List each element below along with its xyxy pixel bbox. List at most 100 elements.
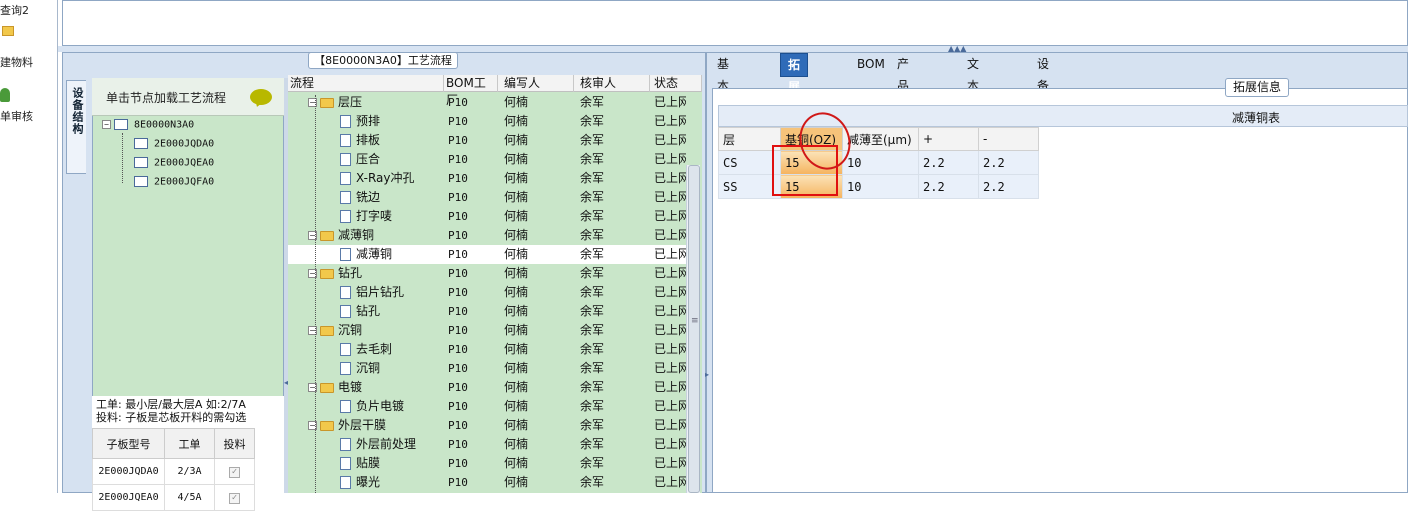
factory-cell[interactable]: P10 [448, 150, 468, 169]
status-cell[interactable]: 已上网 [654, 169, 686, 188]
status-cell[interactable]: 已上网 [654, 454, 686, 473]
factory-cell[interactable]: P10 [448, 188, 468, 207]
reviewer-cell[interactable]: 余军 [580, 359, 604, 378]
collapse-toggle-icon[interactable]: − [102, 120, 111, 129]
status-cell[interactable]: 已上网 [654, 321, 686, 340]
writer-cell[interactable]: 何楠 [504, 112, 528, 131]
status-cell[interactable]: 已上网 [654, 340, 686, 359]
process-row[interactable]: 钻孔 P10 何楠 余军 已上网 [288, 302, 688, 321]
process-name-cell[interactable]: 排板 [340, 131, 380, 150]
writer-cell[interactable]: 何楠 [504, 188, 528, 207]
writer-cell[interactable]: 何楠 [504, 226, 528, 245]
process-row[interactable]: − 减薄铜 P10 何楠 余军 已上网 [288, 226, 688, 245]
process-row[interactable]: − 钻孔 P10 何楠 余军 已上网 [288, 264, 688, 283]
process-name-cell[interactable]: 压合 [340, 150, 380, 169]
vertical-scrollbar[interactable]: ≡ [686, 165, 700, 493]
reviewer-cell[interactable]: 余军 [580, 378, 604, 397]
reviewer-cell[interactable]: 余军 [580, 169, 604, 188]
subboard-model-cell[interactable]: 2E000JQDA0 [92, 458, 165, 485]
tree-node-child[interactable]: 2E000JQEA0 [134, 157, 214, 169]
process-name-cell[interactable]: 曝光 [340, 473, 380, 492]
process-row[interactable]: 铝片钻孔 P10 何楠 余军 已上网 [288, 283, 688, 302]
factory-cell[interactable]: P10 [448, 131, 468, 150]
work-order-cell[interactable]: 4/5A [164, 484, 215, 511]
status-cell[interactable]: 已上网 [654, 226, 686, 245]
reviewer-cell[interactable]: 余军 [580, 340, 604, 359]
status-cell[interactable]: 已上网 [654, 245, 686, 264]
status-cell[interactable]: 已上网 [654, 207, 686, 226]
reviewer-cell[interactable]: 余军 [580, 473, 604, 492]
process-name-cell[interactable]: − 减薄铜 [308, 226, 374, 245]
tab-product-features[interactable]: 产品特性 [890, 53, 916, 137]
process-name-cell[interactable]: − 沉铜 [308, 321, 362, 340]
status-cell[interactable]: 已上网 [654, 435, 686, 454]
process-row[interactable]: 压合 P10 何楠 余军 已上网 [288, 150, 688, 169]
status-cell[interactable]: 已上网 [654, 93, 686, 112]
column-header[interactable]: - [978, 127, 1039, 151]
minus-tolerance-cell[interactable]: 2.2 [978, 174, 1039, 199]
column-header[interactable]: 核审人 [574, 75, 650, 92]
writer-cell[interactable]: 何楠 [504, 283, 528, 302]
checkbox[interactable]: ✓ [229, 492, 240, 504]
writer-cell[interactable]: 何楠 [504, 378, 528, 397]
column-header[interactable]: 状态 [650, 75, 702, 92]
status-cell[interactable]: 已上网 [654, 473, 686, 492]
writer-cell[interactable]: 何楠 [504, 340, 528, 359]
column-header[interactable]: 工单 [164, 428, 215, 459]
writer-cell[interactable]: 何楠 [504, 359, 528, 378]
speech-bubble-icon[interactable] [250, 89, 272, 105]
thin-to-cell[interactable]: 10 [842, 174, 919, 199]
reviewer-cell[interactable]: 余军 [580, 150, 604, 169]
factory-cell[interactable]: P10 [448, 264, 468, 283]
status-cell[interactable]: 已上网 [654, 131, 686, 150]
writer-cell[interactable]: 何楠 [504, 435, 528, 454]
status-cell[interactable]: 已上网 [654, 416, 686, 435]
tree-node-child[interactable]: 2E000JQDA0 [134, 138, 214, 150]
process-row[interactable]: − 层压 P10 何楠 余军 已上网 [288, 93, 688, 112]
reviewer-cell[interactable]: 余军 [580, 321, 604, 340]
reviewer-cell[interactable]: 余军 [580, 302, 604, 321]
tab-extended-info[interactable]: 拓展信息 [780, 53, 809, 138]
process-row[interactable]: 沉铜 P10 何楠 余军 已上网 [288, 359, 688, 378]
factory-cell[interactable]: P10 [448, 473, 468, 492]
feed-checkbox[interactable]: ✓ [214, 458, 255, 485]
factory-cell[interactable]: P10 [448, 435, 468, 454]
process-row[interactable]: 负片电镀 P10 何楠 余军 已上网 [288, 397, 688, 416]
process-name-cell[interactable]: − 电镀 [308, 378, 362, 397]
factory-cell[interactable]: P10 [448, 397, 468, 416]
table-row[interactable]: 2E000JQDA0 2/3A ✓ [92, 458, 284, 485]
factory-cell[interactable]: P10 [448, 245, 468, 264]
plus-tolerance-cell[interactable]: 2.2 [918, 174, 979, 199]
writer-cell[interactable]: 何楠 [504, 169, 528, 188]
status-cell[interactable]: 已上网 [654, 397, 686, 416]
reviewer-cell[interactable]: 余军 [580, 93, 604, 112]
status-cell[interactable]: 已上网 [654, 264, 686, 283]
process-name-cell[interactable]: X-Ray冲孔 [340, 169, 414, 188]
tree-node-root[interactable]: − 8E0000N3A0 [102, 119, 194, 131]
reviewer-cell[interactable]: 余军 [580, 264, 604, 283]
writer-cell[interactable]: 何楠 [504, 150, 528, 169]
subboard-model-cell[interactable]: 2E000JQEA0 [92, 484, 165, 511]
status-cell[interactable]: 已上网 [654, 150, 686, 169]
thin-to-cell[interactable]: 10 [842, 150, 919, 175]
process-name-cell[interactable]: 减薄铜 [340, 245, 392, 264]
factory-cell[interactable]: P10 [448, 359, 468, 378]
process-name-cell[interactable]: 负片电镀 [340, 397, 404, 416]
writer-cell[interactable]: 何楠 [504, 397, 528, 416]
factory-cell[interactable]: P10 [448, 93, 468, 112]
factory-cell[interactable]: P10 [448, 169, 468, 188]
status-cell[interactable]: 已上网 [654, 359, 686, 378]
factory-cell[interactable]: P10 [448, 321, 468, 340]
process-name-cell[interactable]: 预排 [340, 112, 380, 131]
plus-tolerance-cell[interactable]: 2.2 [918, 150, 979, 175]
vertical-tab-device-structure[interactable]: 设备结构 [66, 80, 86, 174]
process-row[interactable]: 预排 P10 何楠 余军 已上网 [288, 112, 688, 131]
user-check-icon[interactable] [0, 88, 10, 102]
nav-item-review[interactable]: 单审核 [0, 108, 33, 124]
process-row[interactable]: − 外层干膜 P10 何楠 余军 已上网 [288, 416, 688, 435]
writer-cell[interactable]: 何楠 [504, 131, 528, 150]
reviewer-cell[interactable]: 余军 [580, 397, 604, 416]
reviewer-cell[interactable]: 余军 [580, 188, 604, 207]
process-row[interactable]: 减薄铜 P10 何楠 余军 已上网 [288, 245, 688, 264]
process-name-cell[interactable]: 贴膜 [340, 454, 380, 473]
